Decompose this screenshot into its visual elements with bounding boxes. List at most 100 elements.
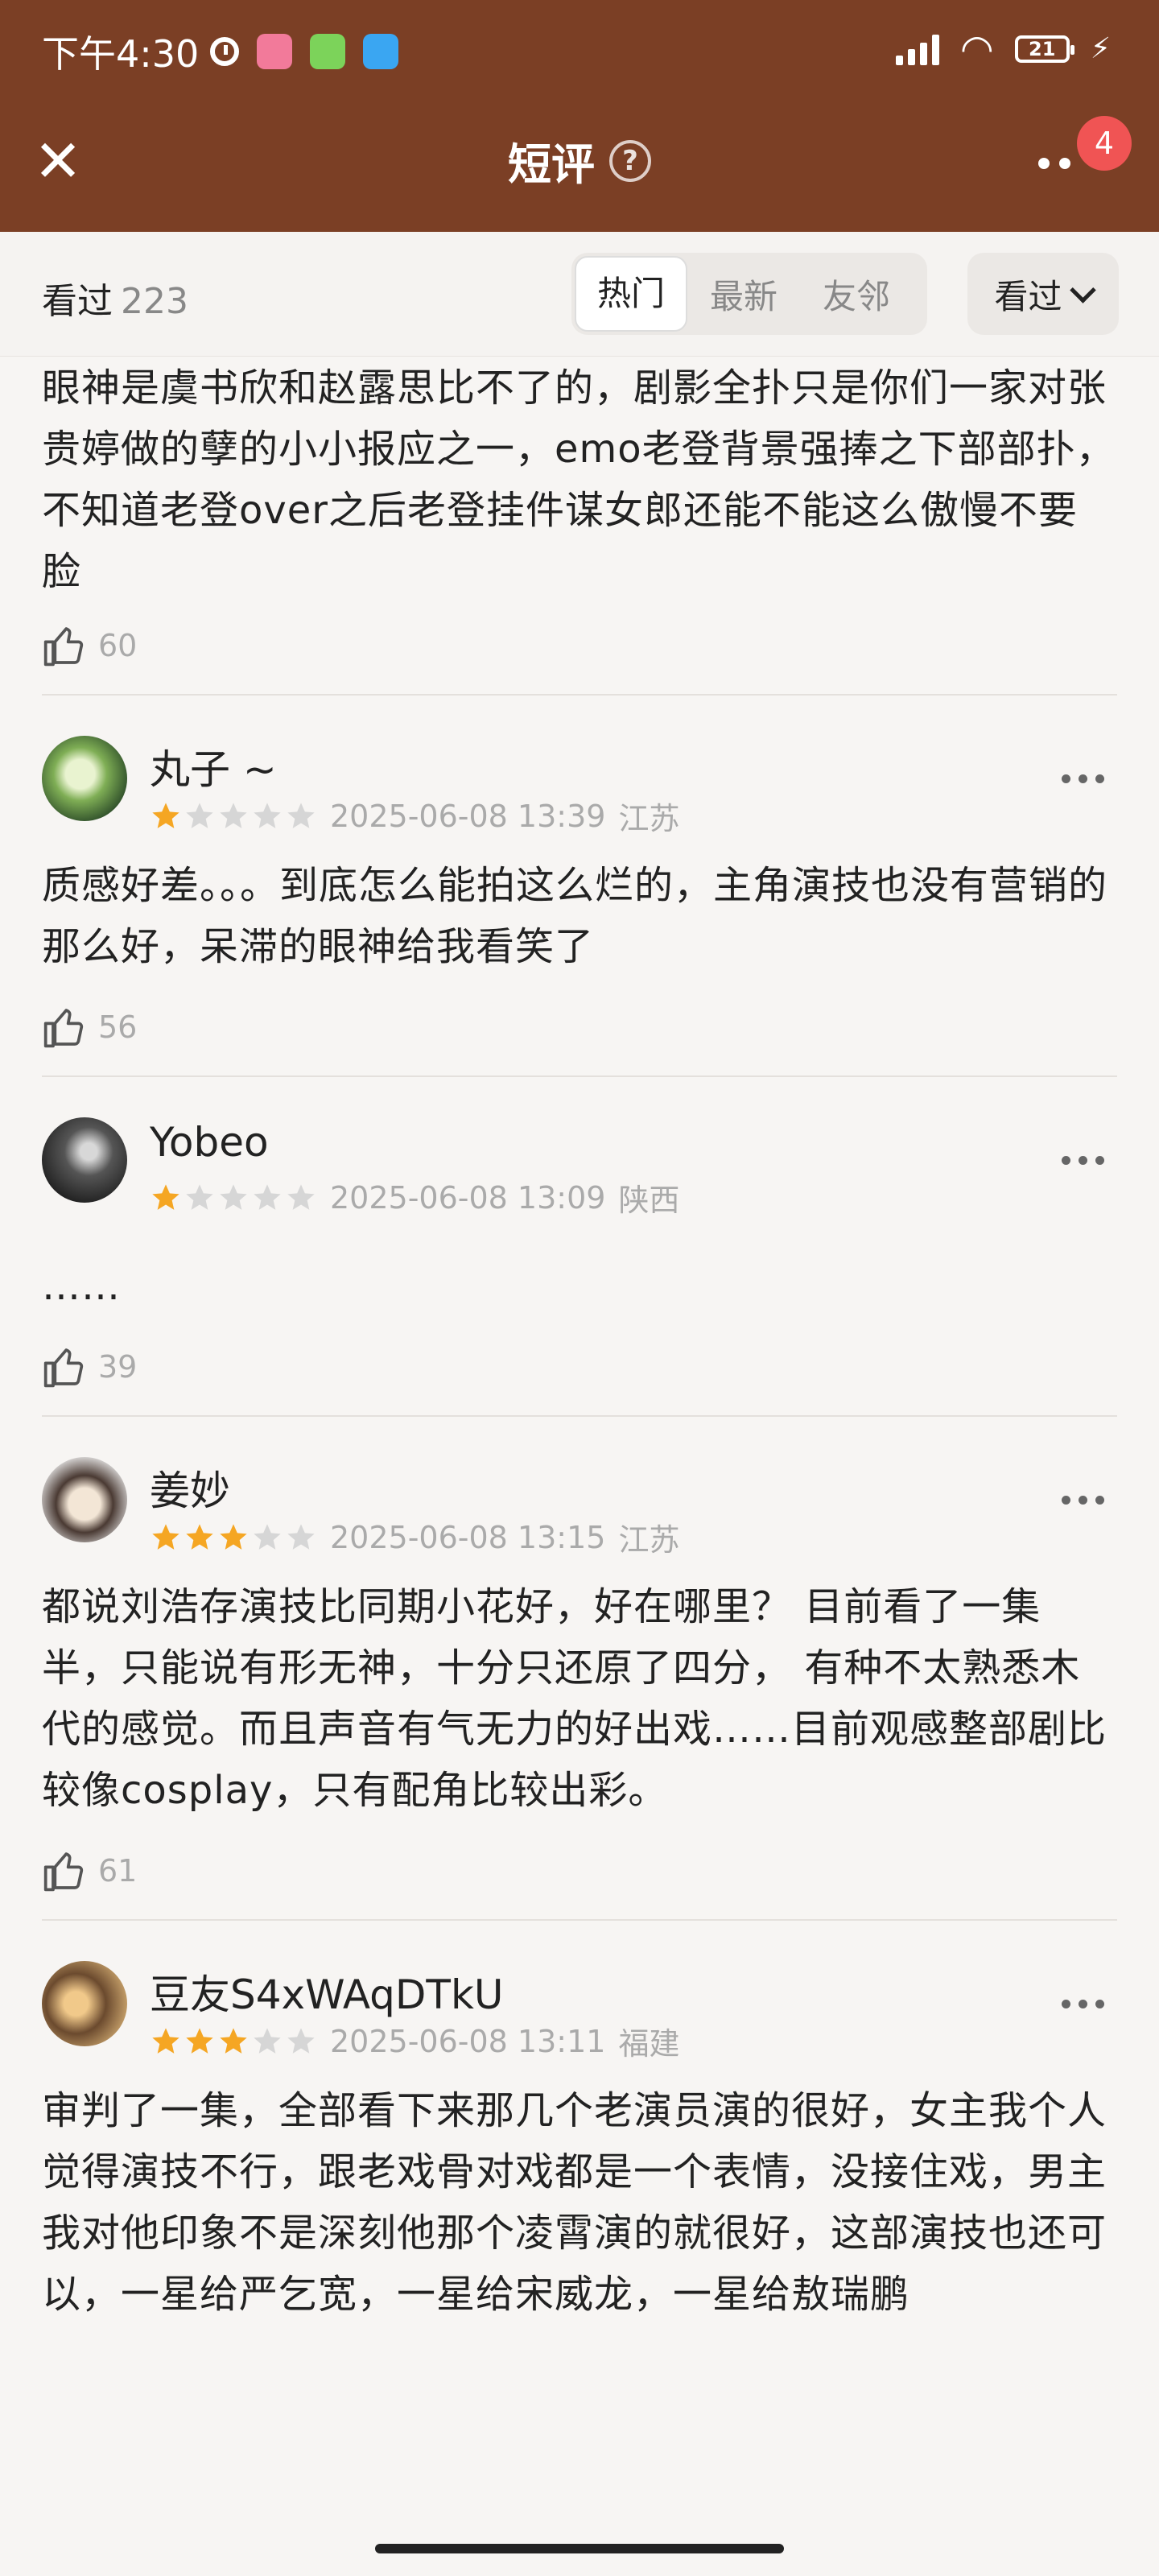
star-filled-icon <box>220 2027 247 2054</box>
status-time: 下午4:30 <box>42 32 200 76</box>
star-empty-icon <box>287 1523 315 1550</box>
review-meta: 2025-06-08 13:09 陕西 <box>150 1175 679 1220</box>
star-rating <box>150 1182 317 1214</box>
star-empty-icon <box>254 802 281 828</box>
review-item: 姜妙 2025-06-08 13:15 江苏 都说刘浩存演技比同期小花好，好在哪… <box>42 1417 1117 1921</box>
review-header: 豆友S4xWAqDTkU 2025-06-08 13:11 福建 <box>42 1961 1117 2062</box>
battery-level: 21 <box>1029 37 1056 60</box>
review-date: 2025-06-08 13:09 <box>330 1179 606 1216</box>
star-rating <box>150 800 317 832</box>
sort-tabs: 热门 最新 友邻 <box>571 253 927 335</box>
app-notification-icon <box>257 34 293 69</box>
star-filled-icon <box>152 802 179 828</box>
thumbs-up-icon <box>43 1348 84 1388</box>
review-date: 2025-06-08 13:11 <box>330 2023 606 2059</box>
like-count: 56 <box>98 1009 138 1045</box>
review-location: 陕西 <box>618 1183 680 1218</box>
star-empty-icon <box>254 2027 281 2054</box>
review-text: …… <box>42 1264 121 1309</box>
review-more-button[interactable] <box>1062 1496 1104 1505</box>
review-text: 审判了一集，全部看下来那几个老演员演的很好，女主我个人觉得演技不行，跟老戏骨对戏… <box>42 2088 1107 2317</box>
signal-icon <box>895 33 939 65</box>
chevron-down-icon <box>1069 276 1096 303</box>
battery-icon: 21 <box>1014 35 1074 63</box>
review-more-button[interactable] <box>1062 774 1104 783</box>
wechat-notification-icon <box>310 34 346 69</box>
review-more-button[interactable] <box>1062 1156 1104 1165</box>
username[interactable]: 姜妙 <box>150 1459 230 1517</box>
review-meta: 2025-06-08 13:11 福建 <box>150 2019 679 2063</box>
review-location: 江苏 <box>618 1522 680 1558</box>
review-text: 眼神是虞书欣和赵露思比不了的，剧影全扑只是你们一家对张贵婷做的孽的小小报应之一，… <box>42 365 1116 594</box>
star-rating <box>150 2025 317 2058</box>
top-bar: 下午4:30 ◠ 21 ⚡ ✕ 短评 ? 4 <box>0 0 1159 232</box>
thumbs-up-icon <box>43 1852 84 1892</box>
star-empty-icon <box>220 802 247 828</box>
star-empty-icon <box>220 1183 247 1210</box>
avatar[interactable] <box>42 736 127 821</box>
like-button[interactable]: 39 <box>42 1341 1117 1393</box>
tab-friends[interactable]: 友邻 <box>800 270 913 319</box>
star-empty-icon <box>186 1183 213 1210</box>
star-filled-icon <box>186 2027 213 2054</box>
username[interactable]: Yobeo <box>150 1119 269 1166</box>
star-empty-icon <box>287 2027 315 2054</box>
alarm-clock-icon <box>210 37 240 66</box>
like-button[interactable]: 60 <box>42 620 1117 671</box>
review-location: 福建 <box>618 2026 680 2062</box>
like-button[interactable]: 56 <box>42 1001 1117 1053</box>
avatar[interactable] <box>42 1961 127 2046</box>
filter-bar: 看过 223 热门 最新 友邻 看过 <box>0 232 1159 357</box>
star-empty-icon <box>254 1523 281 1550</box>
star-filled-icon <box>152 1183 179 1210</box>
star-empty-icon <box>287 1183 315 1210</box>
like-count: 39 <box>98 1349 138 1385</box>
star-empty-icon <box>254 1183 281 1210</box>
review-header: 丸子 ~ 2025-06-08 13:39 江苏 <box>42 736 1117 836</box>
review-more-button[interactable] <box>1062 2000 1104 2008</box>
review-meta: 2025-06-08 13:39 江苏 <box>150 794 679 838</box>
review-text: 都说刘浩存演技比同期小花好，好在哪里？ 目前看了一集半，只能说有形无神，十分只还… <box>42 1584 1107 1813</box>
seen-number: 223 <box>121 281 188 322</box>
star-empty-icon <box>287 802 315 828</box>
thumbs-up-icon <box>43 1009 84 1048</box>
star-filled-icon <box>152 2027 179 2054</box>
review-meta: 2025-06-08 13:15 江苏 <box>150 1515 679 1559</box>
star-filled-icon <box>152 1523 179 1550</box>
review-item: 豆友S4xWAqDTkU 2025-06-08 13:11 福建 审判了一集，全… <box>42 1921 1117 2325</box>
charging-icon: ⚡ <box>1090 32 1111 65</box>
username[interactable]: 豆友S4xWAqDTkU <box>150 1963 504 2021</box>
review-header: Yobeo 2025-06-08 13:09 陕西 <box>42 1117 1117 1218</box>
review-item: 丸子 ~ 2025-06-08 13:39 江苏 质感好差。。。到底怎么能拍这么… <box>42 696 1117 1077</box>
avatar[interactable] <box>42 1117 127 1203</box>
seen-count: 看过 223 <box>42 272 188 324</box>
thumbs-up-icon <box>43 627 84 667</box>
status-bar-left: 下午4:30 <box>42 23 399 80</box>
username[interactable]: 丸子 ~ <box>150 737 277 795</box>
store-notification-icon <box>363 34 399 69</box>
notification-badge: 4 <box>1077 116 1132 171</box>
review-item: Yobeo 2025-06-08 13:09 陕西 …… 39 <box>42 1077 1117 1417</box>
star-empty-icon <box>186 802 213 828</box>
tab-hot[interactable]: 热门 <box>575 256 688 332</box>
seen-label: 看过 <box>42 281 113 322</box>
review-item: 眼神是虞书欣和赵露思比不了的，剧影全扑只是你们一家对张贵婷做的孽的小小报应之一，… <box>42 356 1117 696</box>
home-indicator[interactable] <box>375 2544 784 2553</box>
more-options-button[interactable] <box>1038 158 1070 169</box>
status-dropdown[interactable]: 看过 <box>967 253 1119 335</box>
review-text: 质感好差。。。到底怎么能拍这么烂的，主角演技也没有营销的那么好，呆滞的眼神给我看… <box>42 863 1108 969</box>
like-count: 61 <box>98 1853 138 1889</box>
wifi-icon: ◠ <box>959 26 994 72</box>
star-rating <box>150 1521 317 1554</box>
page-title: 短评 ? <box>0 129 1159 192</box>
like-button[interactable]: 61 <box>42 1845 1117 1897</box>
help-icon[interactable]: ? <box>609 139 651 182</box>
avatar[interactable] <box>42 1457 127 1542</box>
star-filled-icon <box>220 1523 247 1550</box>
star-filled-icon <box>186 1523 213 1550</box>
review-date: 2025-06-08 13:15 <box>330 1519 606 1555</box>
review-list: 眼神是虞书欣和赵露思比不了的，剧影全扑只是你们一家对张贵婷做的孽的小小报应之一，… <box>42 356 1117 2325</box>
like-count: 60 <box>98 628 138 663</box>
review-location: 江苏 <box>618 801 680 836</box>
tab-latest[interactable]: 最新 <box>687 270 800 319</box>
